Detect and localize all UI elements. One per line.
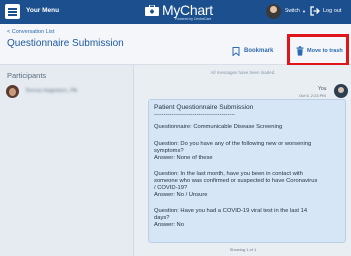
message-line: Questionnaire: Communicable Disease Scre… (154, 124, 283, 130)
logout-icon[interactable] (310, 6, 320, 16)
message-line: days? (154, 215, 170, 221)
conversation-pane: All messages have been loaded. You Oct 5… (135, 65, 351, 256)
message-line: someone who was confirmed or suspected t… (154, 178, 318, 184)
menu-label[interactable]: Your Menu (26, 7, 59, 14)
bookmark-icon[interactable] (232, 47, 240, 56)
participant-item[interactable]: Teresa Hagedorn, PA (6, 85, 130, 100)
top-bar: Your Menu MyChart Powered by CentraCare … (0, 0, 351, 24)
bookmark-button[interactable]: Bookmark (244, 48, 273, 54)
message-line: Question: In the last month, have you be… (154, 171, 303, 177)
participants-heading: Participants (7, 71, 47, 80)
conversation-header: < Conversation List Questionnaire Submis… (0, 24, 351, 66)
sender-avatar (334, 84, 348, 98)
sender-label: You (318, 86, 327, 92)
message-line: / COVID-19? (154, 185, 188, 191)
message-line: symptoms? (154, 148, 184, 154)
logo-text: MyChart (162, 2, 213, 18)
message-bubble: Patient Questionnaire Submission -------… (148, 99, 346, 243)
message-line: Question: Do you have any of the followi… (154, 141, 312, 147)
participants-sidebar: Participants Teresa Hagedorn, PA (0, 65, 134, 256)
participant-name: Teresa Hagedorn, PA (25, 88, 78, 94)
back-to-conversation-list[interactable]: < Conversation List (7, 29, 54, 35)
message-line: Patient Questionnaire Submission (154, 104, 254, 111)
switch-button[interactable]: Switch (285, 8, 300, 14)
logo-subtitle: Powered by CentraCare (175, 17, 212, 21)
mychart-logo[interactable]: MyChart Powered by CentraCare (145, 2, 225, 22)
pagination-status: Showing 1 of 1 (229, 247, 257, 252)
loaded-note: All messages have been loaded. (210, 70, 276, 75)
logout-button[interactable]: Log out (323, 8, 341, 14)
message-line: Answer: No (154, 222, 184, 228)
message-line: Answer: None of these (154, 155, 213, 161)
briefcase-icon (145, 5, 159, 16)
menu-icon[interactable] (5, 4, 20, 19)
highlight-annotation (287, 34, 349, 66)
participant-avatar (6, 85, 19, 98)
chevron-down-icon[interactable]: ▼ (302, 9, 306, 14)
page-title: Questionnaire Submission (7, 38, 124, 49)
message-line: Answer: No / Unsure (154, 192, 208, 198)
user-avatar[interactable] (266, 4, 281, 19)
message-line: ----------------------------------------… (154, 112, 236, 118)
message-line: Question: Have you had a COVID-19 viral … (154, 208, 308, 214)
message-timestamp: Oct 5, 2:23 PM (299, 93, 326, 98)
